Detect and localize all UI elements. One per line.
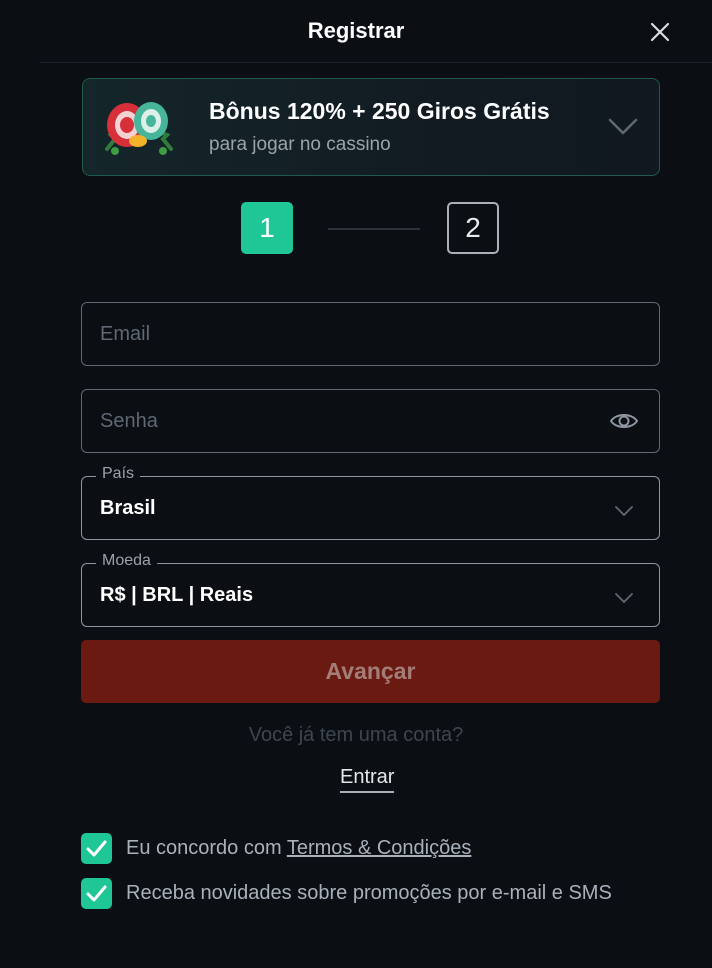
currency-value: R$ | BRL | Reais bbox=[100, 584, 254, 606]
email-input[interactable] bbox=[82, 303, 659, 365]
step-connector bbox=[328, 228, 420, 230]
email-field[interactable] bbox=[81, 302, 660, 366]
country-select[interactable]: País Brasil bbox=[81, 465, 660, 540]
casino-chips-icon bbox=[105, 102, 173, 155]
close-button[interactable] bbox=[644, 16, 676, 48]
eye-icon[interactable] bbox=[609, 410, 639, 432]
modal-title: Registrar bbox=[307, 18, 405, 43]
account-question: Você já tem uma conta? bbox=[248, 724, 464, 746]
terms-label: Eu concordo com Termos & Condições bbox=[126, 834, 471, 863]
chevron-down-icon bbox=[615, 506, 633, 516]
checkmark-icon bbox=[86, 840, 107, 857]
country-value: Brasil bbox=[100, 497, 156, 519]
newsletter-checkbox[interactable] bbox=[81, 878, 112, 909]
password-input[interactable] bbox=[82, 390, 659, 452]
next-button[interactable]: Avançar bbox=[81, 640, 660, 703]
terms-checkbox[interactable] bbox=[81, 833, 112, 864]
bonus-offer-card[interactable]: Bônus 120% + 250 Giros Grátis para jogar… bbox=[82, 78, 660, 176]
step-2-indicator: 2 bbox=[447, 202, 499, 254]
step-1-indicator: 1 bbox=[241, 202, 293, 254]
login-link[interactable]: Entrar bbox=[340, 766, 395, 793]
newsletter-label: Receba novidades sobre promoções por e-m… bbox=[126, 882, 612, 904]
registration-stepper: 1 2 bbox=[0, 202, 712, 256]
currency-select[interactable]: Moeda R$ | BRL | Reais bbox=[81, 552, 660, 627]
terms-link[interactable]: Termos & Condições bbox=[287, 837, 472, 859]
terms-prefix: Eu concordo com bbox=[126, 837, 287, 859]
currency-label: Moeda bbox=[96, 552, 157, 570]
country-label: País bbox=[96, 465, 141, 483]
chevron-down-icon[interactable] bbox=[607, 117, 639, 137]
bonus-subtitle: para jogar no cassino bbox=[209, 134, 391, 155]
password-field[interactable] bbox=[81, 389, 660, 453]
checkmark-icon bbox=[86, 885, 107, 902]
chevron-down-icon bbox=[615, 593, 633, 603]
bonus-title: Bônus 120% + 250 Giros Grátis bbox=[209, 98, 550, 124]
close-icon bbox=[650, 22, 670, 42]
header-divider bbox=[40, 62, 712, 63]
modal-header: Registrar bbox=[0, 0, 712, 64]
